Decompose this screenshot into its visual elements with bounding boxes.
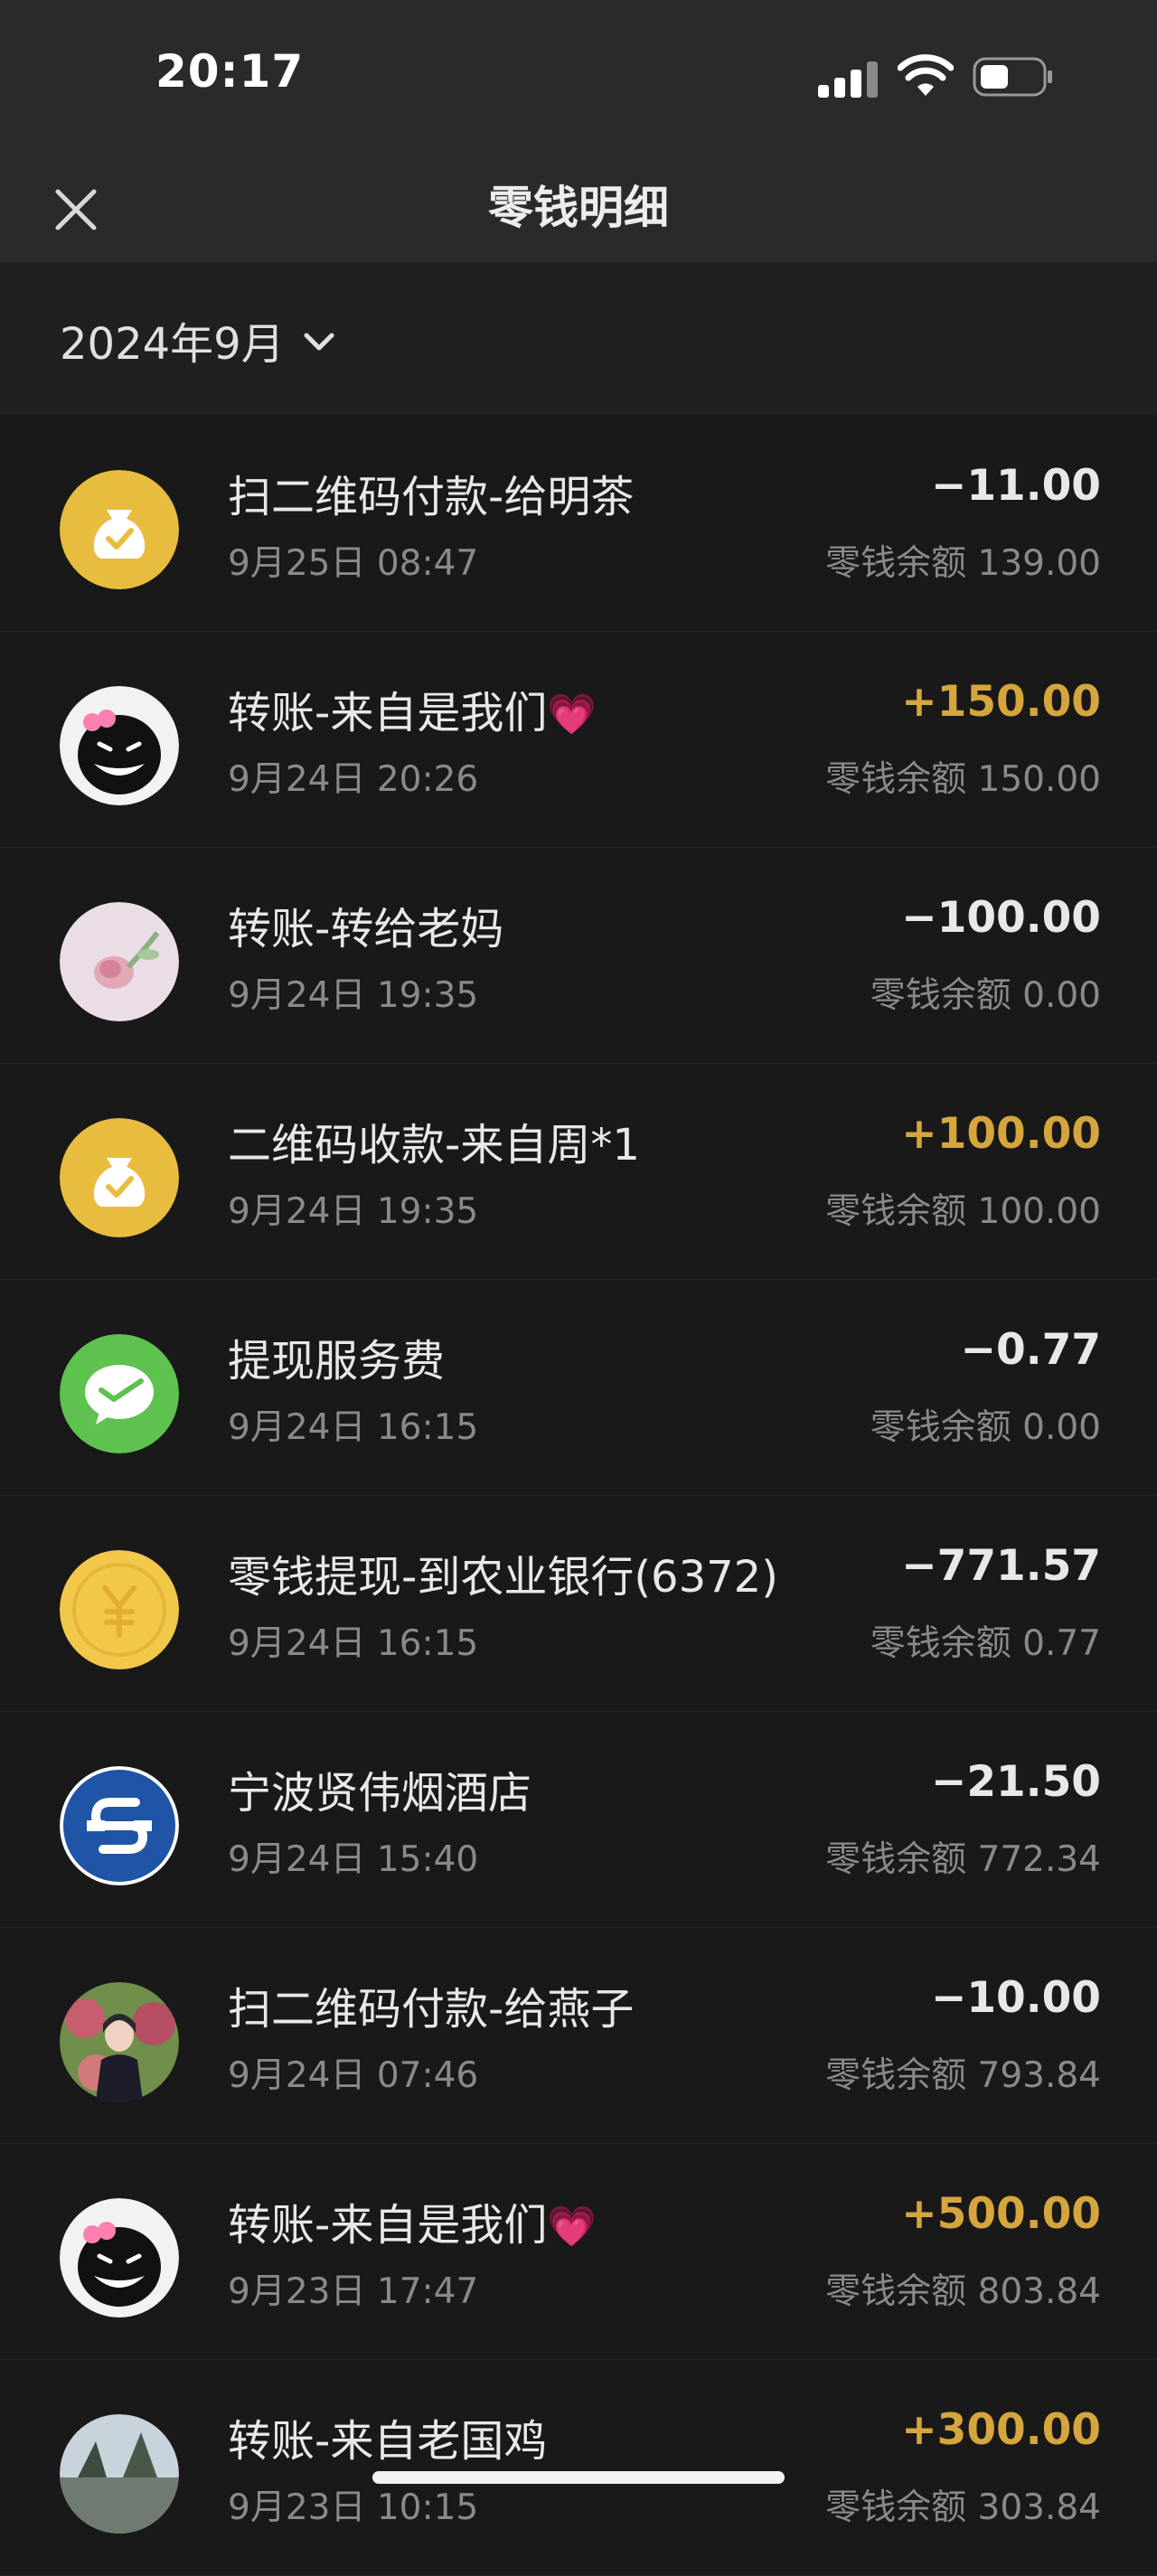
transaction-date: 9月24日 19:35 (228, 1191, 479, 1232)
cellular-signal-icon (818, 60, 880, 98)
transaction-row[interactable]: 转账-转给老妈 9月24日 19:35 −100.00 零钱余额 0.00 (0, 848, 1157, 1064)
month-selector[interactable]: 2024年9月 (60, 308, 285, 371)
balance-after: 零钱余额 793.84 (825, 2055, 1101, 2096)
transaction-date: 9月23日 17:47 (228, 2271, 479, 2312)
balance-after: 零钱余额 803.84 (825, 2271, 1101, 2312)
transaction-date: 9月24日 16:15 (228, 1407, 479, 1448)
transaction-amount: +500.00 (901, 2189, 1101, 2239)
transaction-row[interactable]: 零钱提现-到农业银行(6372) 9月24日 16:15 −771.57 零钱余… (0, 1496, 1157, 1712)
month-filter[interactable]: 2024年9月 (0, 263, 1157, 415)
balance-after: 零钱余额 150.00 (825, 759, 1101, 800)
transaction-row[interactable]: 扫二维码付款-给明茶 9月25日 08:47 −11.00 零钱余额 139.0… (0, 416, 1157, 632)
transaction-date: 9月24日 19:35 (228, 975, 479, 1016)
merchant-logo-icon (60, 1766, 179, 1885)
transaction-date: 9月25日 08:47 (228, 543, 479, 584)
transaction-amount: +100.00 (901, 1109, 1101, 1159)
transaction-date: 9月23日 10:15 (228, 2487, 479, 2528)
heart-emoji: 💗 (547, 691, 597, 738)
transaction-amount: −10.00 (930, 1973, 1101, 2023)
contact-avatar (60, 1982, 179, 2101)
battery-icon (973, 57, 1052, 97)
transaction-title: 转账-来自是我们💗 (228, 2200, 597, 2251)
transaction-date: 9月24日 20:26 (228, 759, 479, 800)
contact-avatar (60, 2198, 179, 2317)
money-bag-icon (60, 1118, 179, 1237)
page-title: 零钱明细 (488, 182, 669, 234)
balance-after: 零钱余额 100.00 (825, 1191, 1101, 1232)
transaction-amount: +300.00 (901, 2405, 1101, 2455)
transaction-row[interactable]: 转账-来自是我们💗 9月24日 20:26 +150.00 零钱余额 150.0… (0, 632, 1157, 848)
transaction-amount: −100.00 (901, 893, 1101, 943)
transaction-date: 9月24日 15:40 (228, 1839, 479, 1880)
transaction-row[interactable]: 提现服务费 9月24日 16:15 −0.77 零钱余额 0.00 (0, 1280, 1157, 1496)
balance-after: 零钱余额 0.77 (870, 1623, 1101, 1664)
balance-after: 零钱余额 0.00 (870, 1407, 1101, 1448)
chevron-down-icon[interactable] (302, 329, 336, 356)
transaction-amount: −21.50 (930, 1757, 1101, 1807)
money-bag-icon (60, 470, 179, 589)
yuan-coin-icon (60, 1550, 179, 1669)
heart-emoji: 💗 (547, 2204, 597, 2250)
transaction-amount: −0.77 (960, 1325, 1101, 1375)
balance-after: 零钱余额 0.00 (870, 975, 1101, 1016)
transaction-row[interactable]: 扫二维码付款-给燕子 9月24日 07:46 −10.00 零钱余额 793.8… (0, 1928, 1157, 2144)
contact-avatar (60, 2414, 179, 2534)
contact-avatar (60, 686, 179, 805)
transaction-row[interactable]: 转账-来自是我们💗 9月23日 17:47 +500.00 零钱余额 803.8… (0, 2144, 1157, 2360)
transaction-title: 扫二维码付款-给明茶 (228, 472, 635, 522)
navigation-bar: 零钱明细 (0, 152, 1157, 263)
contact-avatar (60, 902, 179, 1021)
transaction-title: 零钱提现-到农业银行(6372) (228, 1552, 778, 1603)
wifi-icon (898, 54, 954, 96)
transaction-title: 二维码收款-来自周*1 (228, 1120, 640, 1170)
transaction-row[interactable]: 二维码收款-来自周*1 9月24日 19:35 +100.00 零钱余额 100… (0, 1064, 1157, 1280)
status-bar: 20:17 (0, 0, 1157, 152)
balance-after: 零钱余额 139.00 (825, 543, 1101, 584)
transaction-row[interactable]: 宁波贤伟烟酒店 9月24日 15:40 −21.50 零钱余额 772.34 (0, 1712, 1157, 1928)
transaction-title: 转账-来自是我们💗 (228, 688, 597, 738)
transaction-amount: +150.00 (901, 677, 1101, 727)
balance-after: 零钱余额 772.34 (825, 1839, 1101, 1880)
transaction-amount: −771.57 (901, 1541, 1101, 1591)
balance-after: 零钱余额 303.84 (825, 2487, 1101, 2528)
status-time: 20:17 (155, 45, 305, 98)
transaction-title: 提现服务费 (228, 1336, 446, 1387)
transaction-date: 9月24日 16:15 (228, 1623, 479, 1664)
home-indicator[interactable] (372, 2471, 785, 2484)
wechat-pay-icon (60, 1334, 179, 1453)
transaction-title: 转账-来自老国鸡 (228, 2416, 548, 2467)
transaction-row[interactable]: 转账-来自老国鸡 9月23日 10:15 +300.00 零钱余额 303.84 (0, 2360, 1157, 2576)
transaction-amount: −11.00 (930, 461, 1101, 511)
transaction-list: 扫二维码付款-给明茶 9月25日 08:47 −11.00 零钱余额 139.0… (0, 416, 1157, 2576)
transaction-date: 9月24日 07:46 (228, 2055, 479, 2096)
transaction-title: 转账-转给老妈 (228, 904, 504, 954)
transaction-title: 扫二维码付款-给燕子 (228, 1984, 635, 2035)
transaction-title: 宁波贤伟烟酒店 (228, 1768, 532, 1819)
